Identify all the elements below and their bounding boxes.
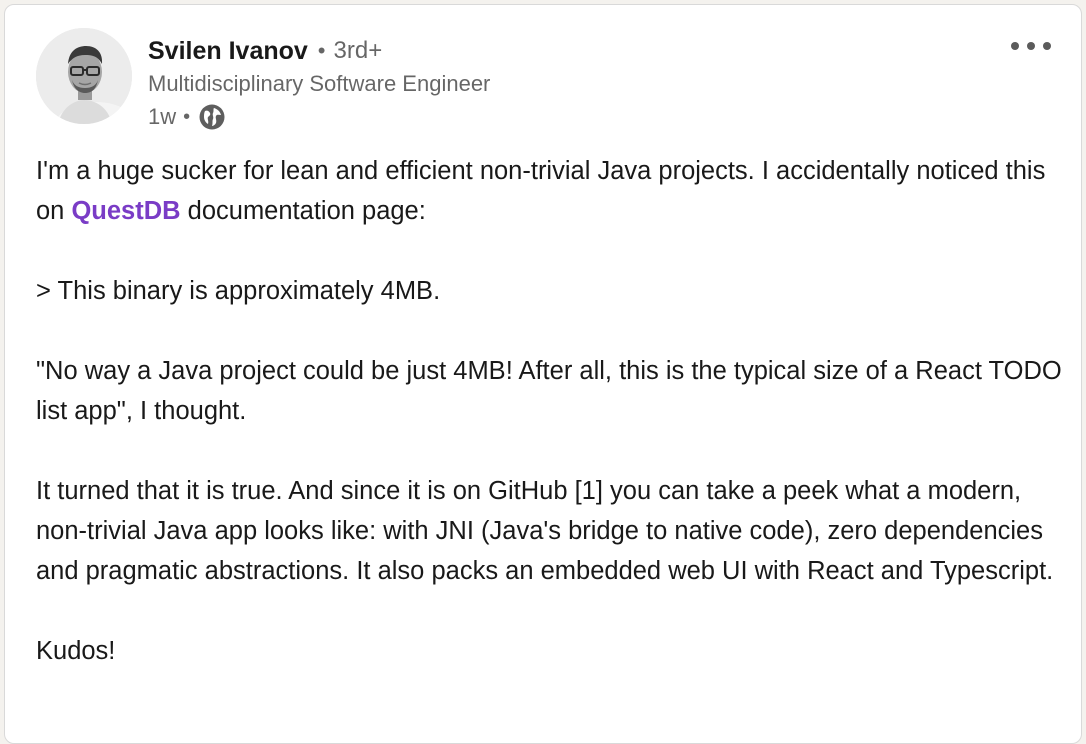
post-meta: 1w • [148, 102, 226, 132]
name-separator: • [317, 38, 326, 63]
menu-dot [1011, 42, 1019, 50]
menu-dot [1027, 42, 1035, 50]
paragraph-text: documentation page: [180, 197, 426, 225]
post-paragraph: > This binary is approximately 4MB. [36, 277, 441, 305]
time-separator: • [183, 105, 191, 128]
post-body: I'm a huge sucker for lean and efficient… [36, 151, 1066, 671]
author-avatar[interactable] [36, 28, 132, 124]
globe-icon [198, 103, 226, 131]
post-paragraph: I'm a huge sucker for lean and efficient… [36, 151, 1066, 231]
author-headline: Multidisciplinary Software Engineer [148, 71, 491, 96]
post-paragraph: "No way a Java project could be just 4MB… [36, 357, 1062, 425]
menu-dot [1043, 42, 1051, 50]
connection-degree: 3rd+ [333, 37, 383, 64]
post-card: Svilen Ivanov • 3rd+ Multidisciplinary S… [4, 4, 1082, 744]
author-name-row: Svilen Ivanov • 3rd+ [148, 35, 382, 67]
post-time: 1w [148, 104, 177, 129]
more-options-icon[interactable] [1007, 33, 1055, 59]
author-name[interactable]: Svilen Ivanov [148, 37, 308, 66]
post-paragraph: Kudos! [36, 637, 116, 665]
post-paragraph: It turned that it is true. And since it … [36, 477, 1054, 585]
company-mention-link[interactable]: QuestDB [71, 197, 180, 225]
avatar-photo [36, 28, 132, 124]
